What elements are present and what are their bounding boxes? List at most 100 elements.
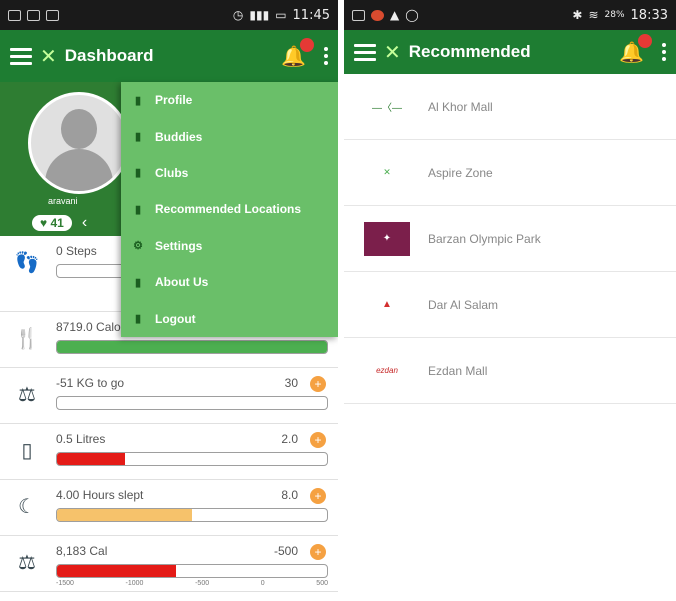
progress-bar	[56, 564, 328, 578]
stat-target: 30	[284, 376, 298, 390]
ezdan-mall-logo: ezdan	[376, 366, 398, 375]
add-entry-icon[interactable]: +	[310, 488, 326, 504]
menu-item-label: Clubs	[155, 165, 189, 180]
gallery-icon	[8, 9, 21, 21]
location-row[interactable]: ▲ Dar Al Salam	[344, 272, 676, 338]
scale-tick: 0	[260, 580, 265, 587]
notification-bell-icon[interactable]: 🔔	[619, 33, 652, 65]
progress-fill	[57, 509, 192, 521]
gear-icon: ⚙	[133, 240, 143, 253]
calorie-balance-icon: ⚖	[18, 552, 36, 574]
stat-label: 8,183 Cal	[56, 544, 108, 558]
overflow-menu-icon[interactable]	[324, 47, 328, 65]
add-entry-icon[interactable]: +	[310, 376, 326, 392]
stat-row[interactable]: ⚖ 8,183 Cal -500 + -1500 -1000 -500 0 500	[0, 536, 338, 592]
runner-logo-icon: ✕	[40, 45, 57, 68]
likes-pill[interactable]: ♥ 41	[32, 215, 72, 231]
scale-tick: -1000	[125, 580, 144, 587]
club-icon: ▮	[134, 167, 142, 180]
scale-tick: -1500	[56, 580, 74, 587]
menu-item-buddies[interactable]: ▮ Buddies	[121, 118, 338, 154]
menu-item-logout[interactable]: ▮ Logout	[121, 300, 338, 336]
battery-percent: 28%	[604, 10, 625, 20]
stat-row[interactable]: ▯ 0.5 Litres 2.0 +	[0, 424, 338, 480]
menu-item-about-us[interactable]: ▮ About Us	[121, 264, 338, 300]
status-bar-right: ▲ ◯ ✱ ≋ 28% 18:33	[344, 0, 676, 30]
location-row[interactable]: ezdan Ezdan Mall	[344, 338, 676, 404]
page-title: Dashboard	[64, 46, 154, 65]
notification-bell-icon[interactable]: 🔔	[281, 37, 314, 69]
add-entry-icon[interactable]: +	[310, 432, 326, 448]
page-title: Recommended	[408, 42, 531, 61]
stat-label: 0 Steps	[56, 244, 97, 258]
stat-row[interactable]: ☾ 4.00 Hours slept 8.0 +	[0, 480, 338, 536]
menu-item-label: Recommended Locations	[155, 202, 302, 217]
status-bar: ◷ ▮▮▮ ▭ 11:45	[0, 0, 338, 30]
clock: 18:33	[630, 7, 668, 23]
progress-bar	[56, 396, 328, 410]
clock: 11:45	[292, 7, 330, 23]
dar-al-salam-logo: ▲	[382, 299, 392, 310]
mail-icon	[27, 9, 40, 21]
moon-icon: ☾	[18, 496, 36, 518]
info-icon: ▮	[134, 276, 142, 289]
gallery-icon	[352, 9, 365, 21]
menu-item-label: Settings	[155, 238, 203, 253]
avatar[interactable]	[28, 92, 130, 194]
alarm-icon: ◷	[232, 8, 244, 22]
recommended-screen: ▲ ◯ ✱ ≋ 28% 18:33 ✕ Recommended 🔔 —〈— Al …	[344, 0, 676, 601]
location-name: Dar Al Salam	[428, 297, 499, 312]
navigation-menu: ▮ Profile ▮ Buddies ▮ Clubs ▮ Recommended Locat…	[121, 82, 338, 337]
locations-list: —〈— Al Khor Mall ✕ Aspire Zone ✦ Barzan Olymp…	[344, 74, 676, 404]
likes-count: 41	[50, 216, 64, 230]
location-name: Aspire Zone	[428, 165, 493, 180]
bluetooth-icon: ✱	[572, 8, 583, 22]
stat-target: 8.0	[281, 488, 298, 502]
app-notification-icon	[371, 9, 384, 21]
status-icons	[8, 9, 59, 21]
notification-badge	[300, 37, 314, 52]
stat-target: -500	[273, 544, 298, 558]
add-entry-icon[interactable]: +	[310, 544, 326, 560]
battery-icon: ▭	[275, 8, 287, 22]
notification-badge	[638, 33, 652, 48]
location-row[interactable]: ✦ Barzan Olympic Park	[344, 206, 676, 272]
menu-item-clubs[interactable]: ▮ Clubs	[121, 155, 338, 191]
app-bar-right: ✕ Recommended 🔔	[344, 30, 676, 74]
location-name: Barzan Olympic Park	[428, 231, 541, 246]
hamburger-menu-icon[interactable]	[10, 47, 32, 65]
person-icon: ▮	[134, 94, 142, 107]
stat-label: -51 KG to go	[56, 376, 125, 390]
progress-scale: -1500 -1000 -500 0 500	[56, 580, 328, 587]
al-khor-mall-logo: —〈—	[372, 103, 402, 114]
runner-logo-icon: ✕	[384, 41, 401, 64]
chevron-left-icon[interactable]: ‹	[82, 214, 87, 232]
menu-item-recommended-locations[interactable]: ▮ Recommended Locations	[121, 191, 338, 227]
progress-fill	[57, 341, 327, 353]
hamburger-menu-icon[interactable]	[354, 43, 376, 61]
location-row[interactable]: ✕ Aspire Zone	[344, 140, 676, 206]
stat-row[interactable]: ⚖ -51 KG to go 30 +	[0, 368, 338, 424]
whatsapp-icon: ◯	[405, 8, 419, 22]
water-glass-icon: ▯	[21, 440, 33, 462]
progress-fill	[57, 565, 176, 577]
location-row[interactable]: —〈— Al Khor Mall	[344, 74, 676, 140]
username: aravani	[48, 196, 78, 206]
scale-tick: -500	[195, 580, 210, 587]
app-bar: ✕ Dashboard 🔔	[0, 30, 338, 82]
warning-icon: ▲	[390, 8, 400, 22]
menu-item-profile[interactable]: ▮ Profile	[121, 82, 338, 118]
stat-label: 4.00 Hours slept	[56, 488, 144, 502]
progress-bar	[56, 340, 328, 354]
barzan-olympic-park-logo: ✦	[364, 221, 410, 256]
stat-target: 2.0	[281, 432, 298, 446]
menu-item-settings[interactable]: ⚙ Settings	[121, 228, 338, 264]
overflow-menu-icon[interactable]	[662, 43, 666, 61]
status-icons-left: ▲ ◯	[352, 8, 419, 22]
dashboard-screen: ◷ ▮▮▮ ▭ 11:45 ✕ Dashboard 🔔 aravani ♥ 41…	[0, 0, 338, 601]
scale-icon: ⚖	[18, 384, 36, 406]
status-icons-right: ✱ ≋ 28% 18:33	[572, 8, 668, 23]
aspire-zone-logo: ✕	[383, 167, 391, 177]
stat-label: 0.5 Litres	[56, 432, 106, 446]
signal-icon: ▮▮▮	[249, 8, 270, 22]
